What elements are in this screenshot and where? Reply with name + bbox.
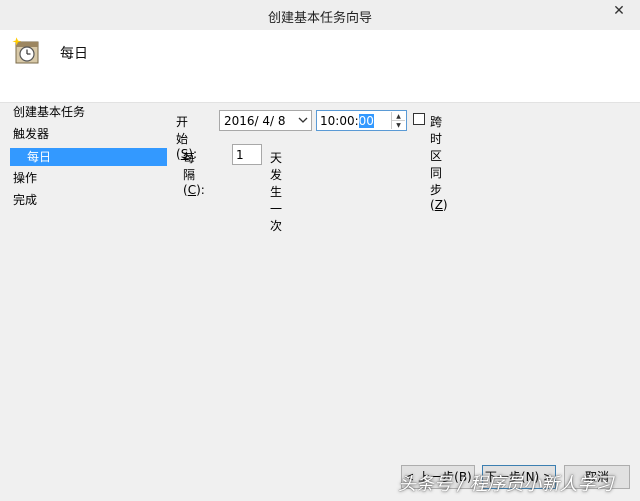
spin-up-icon[interactable]: ▲	[392, 112, 405, 120]
start-date-value: 2016/ 4/ 8	[224, 114, 286, 128]
calendar-clock-icon	[12, 37, 39, 64]
sync-timezone-checkbox[interactable]	[413, 113, 425, 125]
close-button[interactable]: ✕	[604, 0, 634, 22]
title-bar: 创建基本任务向导 ✕	[0, 0, 640, 31]
sidebar-item-action[interactable]: 操作	[13, 169, 37, 187]
sidebar-item-create-basic-task[interactable]: 创建基本任务	[13, 103, 85, 121]
sidebar-item-finish[interactable]: 完成	[13, 191, 37, 209]
recur-label: 每隔(C):	[183, 151, 205, 197]
sidebar-item-trigger[interactable]: 触发器	[13, 125, 49, 143]
start-time-seconds-selected: 00	[358, 114, 374, 128]
sidebar-item-daily[interactable]: 每日	[10, 148, 167, 166]
page-title: 每日	[60, 46, 88, 62]
wizard-steps-sidebar: 创建基本任务 触发器 每日 操作 完成	[0, 103, 168, 501]
watermark-text: 头条号 / 程序员小新人学习	[398, 474, 614, 495]
start-date-picker[interactable]: 2016/ 4/ 8	[219, 110, 312, 131]
recur-suffix-label: 天发生一次	[270, 151, 283, 233]
chevron-down-icon	[298, 117, 308, 123]
recur-days-input[interactable]: 1	[232, 144, 262, 165]
sync-timezone-label: 跨时区同步(Z)	[430, 115, 448, 212]
wizard-header: 每日	[0, 30, 640, 103]
window-title: 创建基本任务向导	[267, 11, 372, 26]
close-icon: ✕	[613, 3, 625, 19]
time-spinner[interactable]: ▲ ▼	[391, 112, 405, 129]
start-time-input[interactable]: 10:00:00 ▲ ▼	[316, 110, 407, 131]
spin-down-icon[interactable]: ▼	[392, 120, 405, 129]
start-time-value: 10:00:	[320, 114, 359, 128]
